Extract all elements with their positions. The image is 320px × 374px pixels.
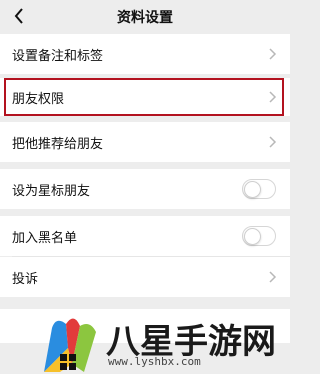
report-label: 投诉 — [12, 272, 39, 287]
blacklist-row: 加入黑名单 — [0, 216, 290, 256]
watermark-url: www.lyshbx.com — [108, 355, 201, 368]
friend-permissions-row[interactable]: 朋友权限 — [0, 78, 290, 116]
chevron-right-icon — [269, 271, 277, 283]
recommend-to-friend-row[interactable]: 把他推荐给朋友 — [0, 122, 290, 162]
blacklist-label: 加入黑名单 — [12, 231, 78, 246]
report-row[interactable]: 投诉 — [0, 257, 290, 297]
blacklist-toggle[interactable] — [242, 226, 276, 246]
chevron-right-icon — [269, 91, 277, 103]
page-title: 资料设置 — [117, 10, 173, 26]
star-friend-label: 设为星标朋友 — [12, 184, 91, 199]
recommend-label: 把他推荐给朋友 — [12, 137, 104, 152]
set-remark-label: 设置备注和标签 — [12, 49, 104, 64]
star-friend-row: 设为星标朋友 — [0, 169, 290, 209]
top-bar: 资料设置 — [0, 0, 290, 34]
watermark: 八星手游网 www.lyshbx.com — [38, 314, 290, 374]
star-friend-toggle[interactable] — [242, 179, 276, 199]
set-remark-row[interactable]: 设置备注和标签 — [0, 34, 290, 74]
watermark-logo — [44, 318, 96, 372]
chevron-right-icon — [269, 48, 277, 60]
toggle-knob — [244, 228, 261, 245]
toggle-knob — [244, 181, 261, 198]
chevron-right-icon — [269, 136, 277, 148]
friend-permissions-label: 朋友权限 — [12, 92, 65, 107]
